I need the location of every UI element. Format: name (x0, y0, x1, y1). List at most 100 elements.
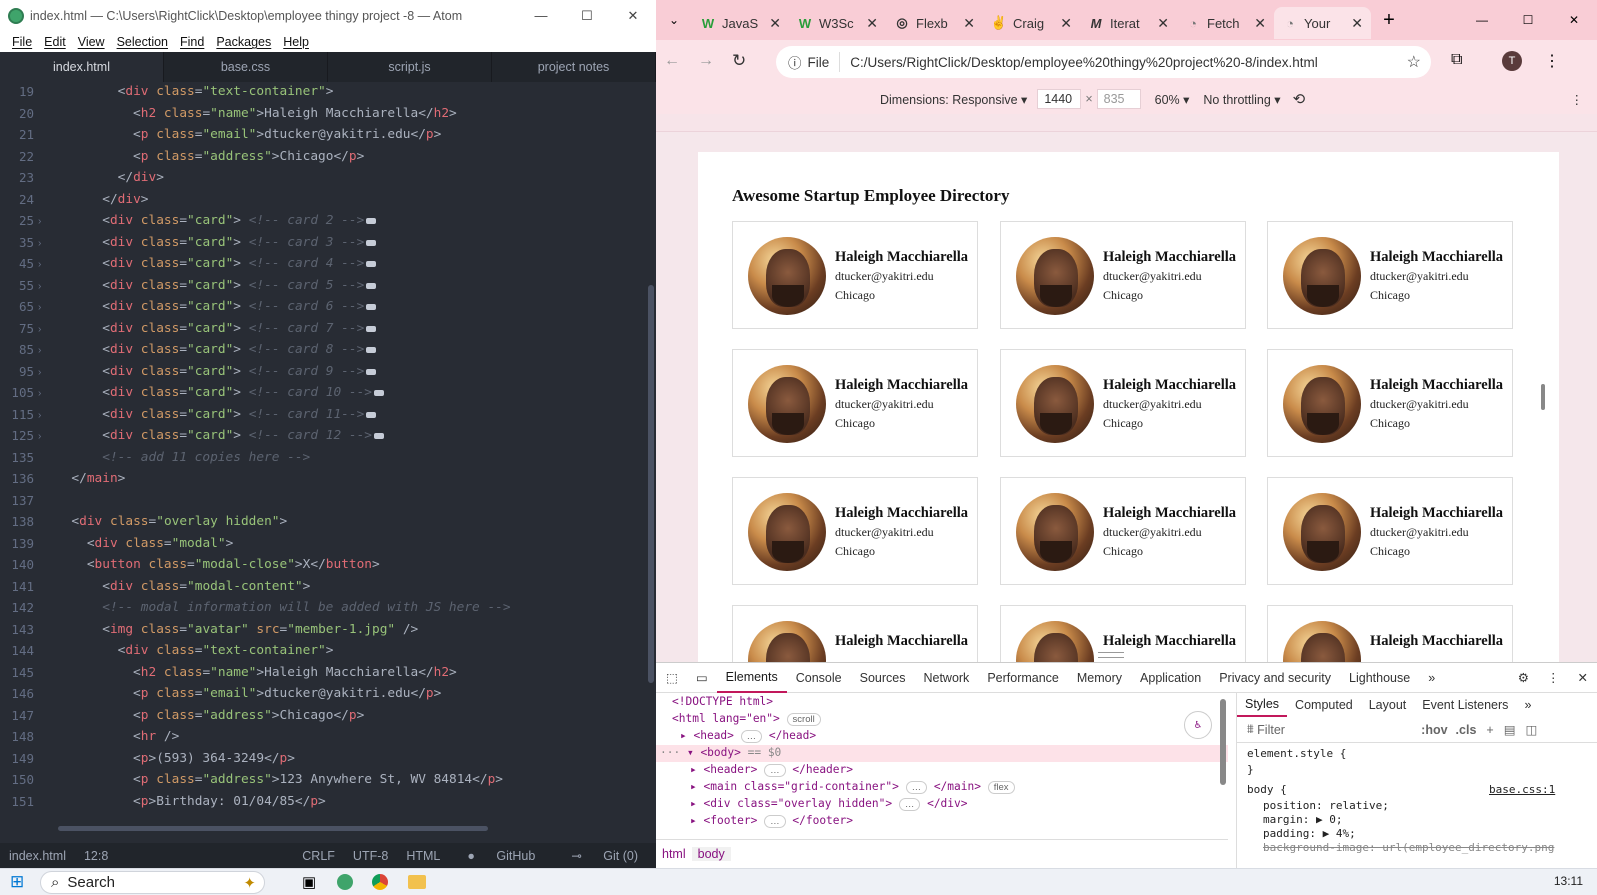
new-tab-icon[interactable]: + (1371, 9, 1407, 32)
tab-search-icon[interactable]: ⌄ (656, 13, 692, 27)
height-input[interactable]: 835 (1096, 89, 1141, 109)
menu-selection[interactable]: Selection (111, 35, 174, 49)
status-eol[interactable]: CRLF (293, 849, 344, 863)
tab-sources[interactable]: Sources (851, 663, 915, 693)
menu-edit[interactable]: Edit (38, 35, 72, 49)
tab-close-icon[interactable]: ✕ (1060, 15, 1072, 32)
close-icon[interactable]: ✕ (610, 0, 656, 32)
hov-toggle[interactable]: :hov (1421, 723, 1447, 737)
file-explorer-icon[interactable] (408, 875, 426, 889)
fold-chevron-icon[interactable]: › (38, 302, 41, 313)
tab-styles[interactable]: Styles (1237, 693, 1288, 717)
crumb-body[interactable]: body (691, 846, 731, 861)
tab-close-icon[interactable]: ✕ (1254, 15, 1266, 32)
editor-vertical-scrollbar[interactable] (648, 285, 654, 683)
rule-source-link[interactable]: base.css:1 (1489, 783, 1555, 796)
dom-node[interactable]: ▸ <footer> … </footer> (690, 814, 853, 828)
employee-card[interactable]: Haleigh Macchiarella dtucker@yakitri.edu C… (732, 477, 978, 585)
reload-icon[interactable]: ↻ (732, 51, 746, 71)
dom-tree[interactable]: <!DOCTYPE html> <html lang="en"> scroll … (656, 693, 1228, 839)
tab-performance[interactable]: Performance (978, 663, 1068, 693)
ellipsis-badge[interactable]: … (905, 781, 928, 794)
fold-chevron-icon[interactable]: › (38, 410, 41, 421)
flex-badge[interactable]: flex (987, 781, 1015, 794)
css-declaration[interactable]: padding: ▶ 4%; (1263, 827, 1356, 840)
viewport-bottom-handle[interactable] (1098, 652, 1124, 658)
browser-tab[interactable]: ✌ Craig ✕ (983, 7, 1080, 39)
editor-horizontal-scrollbar[interactable] (58, 826, 488, 831)
ellipsis-badge[interactable]: … (764, 815, 786, 828)
browser-tab[interactable]: W JavaS ✕ (692, 7, 789, 39)
status-file[interactable]: index.html (0, 849, 75, 863)
sidebar-toggle-icon[interactable]: ◫ (1526, 722, 1538, 737)
tab-base-css[interactable]: base.css (164, 52, 328, 82)
tab-close-icon[interactable]: ✕ (769, 15, 781, 32)
employee-card[interactable]: Haleigh Macchiarella dtucker@yakitri.edu C… (1000, 477, 1246, 585)
dom-node[interactable]: ▸ <div class="overlay hidden"> … </div> (690, 797, 968, 811)
menu-packages[interactable]: Packages (210, 35, 277, 49)
crumb-html[interactable]: html (656, 847, 692, 861)
media-query-ruler[interactable] (656, 114, 1597, 132)
throttle-select[interactable]: No throttling ▾ (1203, 92, 1280, 107)
rotate-icon[interactable]: ⟲ (1293, 90, 1306, 108)
back-icon[interactable]: ← (664, 52, 680, 70)
browser-tab[interactable]: ◔ Fetch ✕ (1177, 7, 1274, 39)
tab-close-icon[interactable]: ✕ (963, 15, 975, 32)
device-menu-icon[interactable]: ⋮ (1571, 92, 1584, 107)
employee-card[interactable]: Haleigh Macchiarella dtucker@yakitri.edu C… (732, 349, 978, 457)
dom-node[interactable]: ▸ <header> … </header> (690, 763, 853, 777)
dom-node[interactable]: ▸ <head> … </head> (680, 729, 816, 743)
css-declaration[interactable]: position: relative; (1263, 799, 1389, 812)
dom-node[interactable]: <html lang="en"> scroll (672, 712, 821, 726)
tab-script-js[interactable]: script.js (328, 52, 492, 82)
ellipsis-badge[interactable]: … (898, 798, 921, 811)
more-tabs-icon[interactable]: » (1419, 663, 1444, 693)
site-info-chip[interactable]: ⓘ File (776, 52, 841, 72)
zoom-select[interactable]: 60% ▾ (1155, 92, 1190, 107)
taskbar-search[interactable]: ⌕ Search ✦ (40, 871, 265, 894)
viewport-resize-handle[interactable] (1541, 384, 1545, 410)
task-view-icon[interactable]: ▣ (302, 873, 316, 891)
dom-node-selected[interactable]: ··· ▾ <body> == $0 (660, 746, 781, 759)
forward-icon[interactable]: → (698, 52, 714, 70)
browser-tab[interactable]: W W3Sc ✕ (789, 7, 886, 39)
fold-chevron-icon[interactable]: › (38, 281, 41, 292)
tab-project-notes[interactable]: project notes (492, 52, 656, 82)
status-git[interactable]: ⊸ Git (0) (553, 848, 656, 863)
employee-card[interactable]: Haleigh Macchiarella dtucker@yakitri.edu C… (1000, 349, 1246, 457)
tab-index-html[interactable]: index.html (0, 52, 164, 82)
dom-node[interactable]: <!DOCTYPE html> (672, 695, 773, 708)
browser-tab[interactable]: M Iterat ✕ (1080, 7, 1177, 39)
settings-gear-icon[interactable]: ⚙ (1509, 663, 1538, 693)
profile-avatar[interactable]: T (1502, 51, 1522, 71)
employee-card[interactable]: Haleigh Macchiarella dtucker@yakitri.edu C… (1267, 349, 1513, 457)
employee-card[interactable]: Haleigh Macchiarella dtucker@yakitri.edu C… (1267, 221, 1513, 329)
status-encoding[interactable]: UTF-8 (344, 849, 397, 863)
fold-chevron-icon[interactable]: › (38, 259, 41, 270)
css-declaration[interactable]: margin: ▶ 0; (1263, 813, 1342, 826)
fold-chevron-icon[interactable]: › (38, 238, 41, 249)
maximize-icon[interactable]: ☐ (564, 0, 610, 32)
tab-layout[interactable]: Layout (1361, 698, 1415, 712)
dom-scrollbar[interactable] (1220, 699, 1226, 785)
address-bar[interactable]: ⓘ File C:/Users/RightClick/Desktop/employ… (776, 46, 1431, 78)
browser-tab-active[interactable]: ◔ Your ✕ (1274, 7, 1371, 39)
tab-privacy[interactable]: Privacy and security (1210, 663, 1340, 693)
devtools-menu-icon[interactable]: ⋮ (1538, 663, 1569, 693)
fold-chevron-icon[interactable]: › (38, 431, 41, 442)
fold-chevron-icon[interactable]: › (38, 324, 41, 335)
inspect-icon[interactable]: ⬚ (656, 663, 687, 693)
tab-close-icon[interactable]: ✕ (866, 15, 878, 32)
url-text[interactable]: C:/Users/RightClick/Desktop/employee%20t… (850, 55, 1317, 70)
tab-event-listeners[interactable]: Event Listeners (1414, 698, 1516, 712)
cls-toggle[interactable]: .cls (1456, 723, 1477, 737)
devtools-close-icon[interactable]: ✕ (1569, 663, 1597, 693)
more-tabs-icon[interactable]: » (1516, 698, 1539, 712)
tab-network[interactable]: Network (914, 663, 978, 693)
code-editor[interactable]: <div class="text-container"> <h2 class="… (56, 82, 646, 834)
tab-lighthouse[interactable]: Lighthouse (1340, 663, 1419, 693)
ellipsis-badge[interactable]: … (764, 764, 786, 777)
windows-start-icon[interactable]: ⊞ (10, 872, 24, 892)
menu-file[interactable]: File (6, 35, 38, 49)
close-icon[interactable]: ✕ (1551, 13, 1597, 27)
